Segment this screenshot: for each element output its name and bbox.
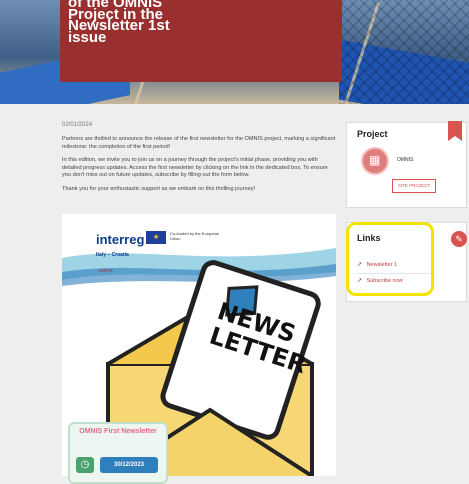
project-heading: Project (357, 129, 388, 139)
sidebar-links-panel: Links ✎ ↗ Newsletter 1 ↗ Subscribe now (346, 222, 467, 302)
link-label: Newsletter 1 (366, 262, 398, 268)
info-card-title: OMNIS First Newsletter (79, 428, 157, 435)
eu-cofunded-text: Co-funded by the European Union (170, 231, 220, 241)
page-title-box: of the OMNIS Project in the Newsletter 1… (60, 0, 342, 82)
bookmark-icon[interactable] (448, 121, 462, 141)
article-body: 02/01/2024 Partners are thrilled to anno… (62, 122, 336, 200)
external-link-icon: ↗ (357, 278, 363, 284)
pencil-icon[interactable]: ✎ (451, 231, 467, 247)
program-region: Italy – Croatia (96, 252, 129, 258)
link-newsletter-1[interactable]: ↗ Newsletter 1 (357, 261, 397, 268)
article-paragraph: In this edition, we invite you to join u… (62, 157, 328, 179)
info-card-date: 30/12/2023 (100, 457, 158, 473)
sidebar-project-panel: Project OMNIS SITE PROJECT (346, 121, 467, 208)
eu-flag-icon (146, 231, 166, 244)
omnis-tag: OMNIS (98, 268, 113, 273)
article-date: 02/01/2024 (62, 122, 93, 128)
fishing-net (339, 0, 469, 104)
clock-icon: ◷ (76, 457, 94, 473)
article-paragraph: Partners are thrilled to announce the re… (62, 136, 336, 150)
project-name: OMNIS (397, 157, 414, 163)
newsletter-info-card[interactable]: OMNIS First Newsletter ◷ 30/12/2023 (68, 422, 168, 484)
link-subscribe-now[interactable]: ↗ Subscribe now (357, 277, 403, 284)
interreg-logo: interreg (96, 232, 145, 247)
links-divider (357, 273, 435, 274)
site-project-button[interactable]: SITE PROJECT (392, 179, 436, 193)
links-heading: Links (357, 233, 381, 243)
hero-banner: of the OMNIS Project in the Newsletter 1… (0, 0, 469, 104)
project-avatar (361, 147, 389, 175)
external-link-icon: ↗ (357, 262, 363, 268)
article-paragraph: Thank you for your enthusiastic support … (62, 185, 256, 192)
link-label: Subscribe now (366, 278, 403, 284)
